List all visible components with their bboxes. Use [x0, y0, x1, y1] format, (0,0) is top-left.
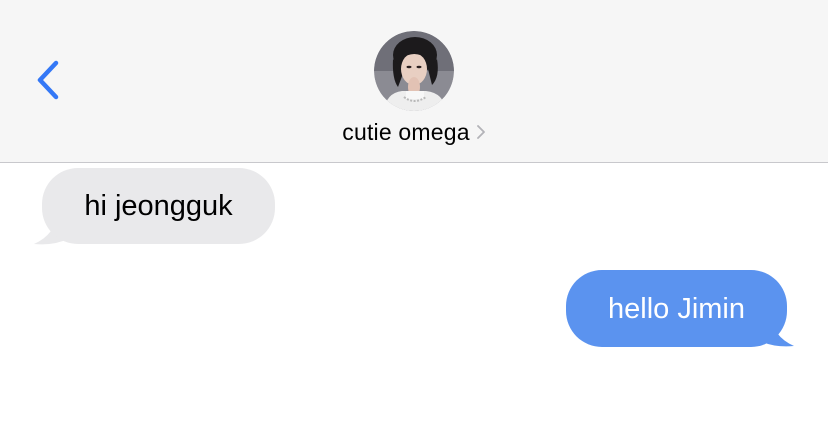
contact-name: cutie omega	[342, 118, 470, 145]
avatar-image	[374, 31, 454, 111]
contact-avatar[interactable]	[374, 31, 454, 111]
chevron-left-icon	[37, 60, 59, 100]
messages-screen: cutie omega hi jeongguk hello Jimin	[0, 0, 828, 441]
message-bubble-sent[interactable]: hello Jimin	[566, 270, 787, 347]
back-button[interactable]	[30, 58, 70, 102]
chevron-right-icon	[476, 125, 485, 139]
message-text: hi jeongguk	[84, 190, 233, 222]
message-text: hello Jimin	[608, 292, 745, 325]
conversation-header: cutie omega	[0, 0, 828, 163]
contact-details-link[interactable]: cutie omega	[0, 118, 828, 146]
message-bubble-received[interactable]: hi jeongguk	[42, 168, 275, 244]
